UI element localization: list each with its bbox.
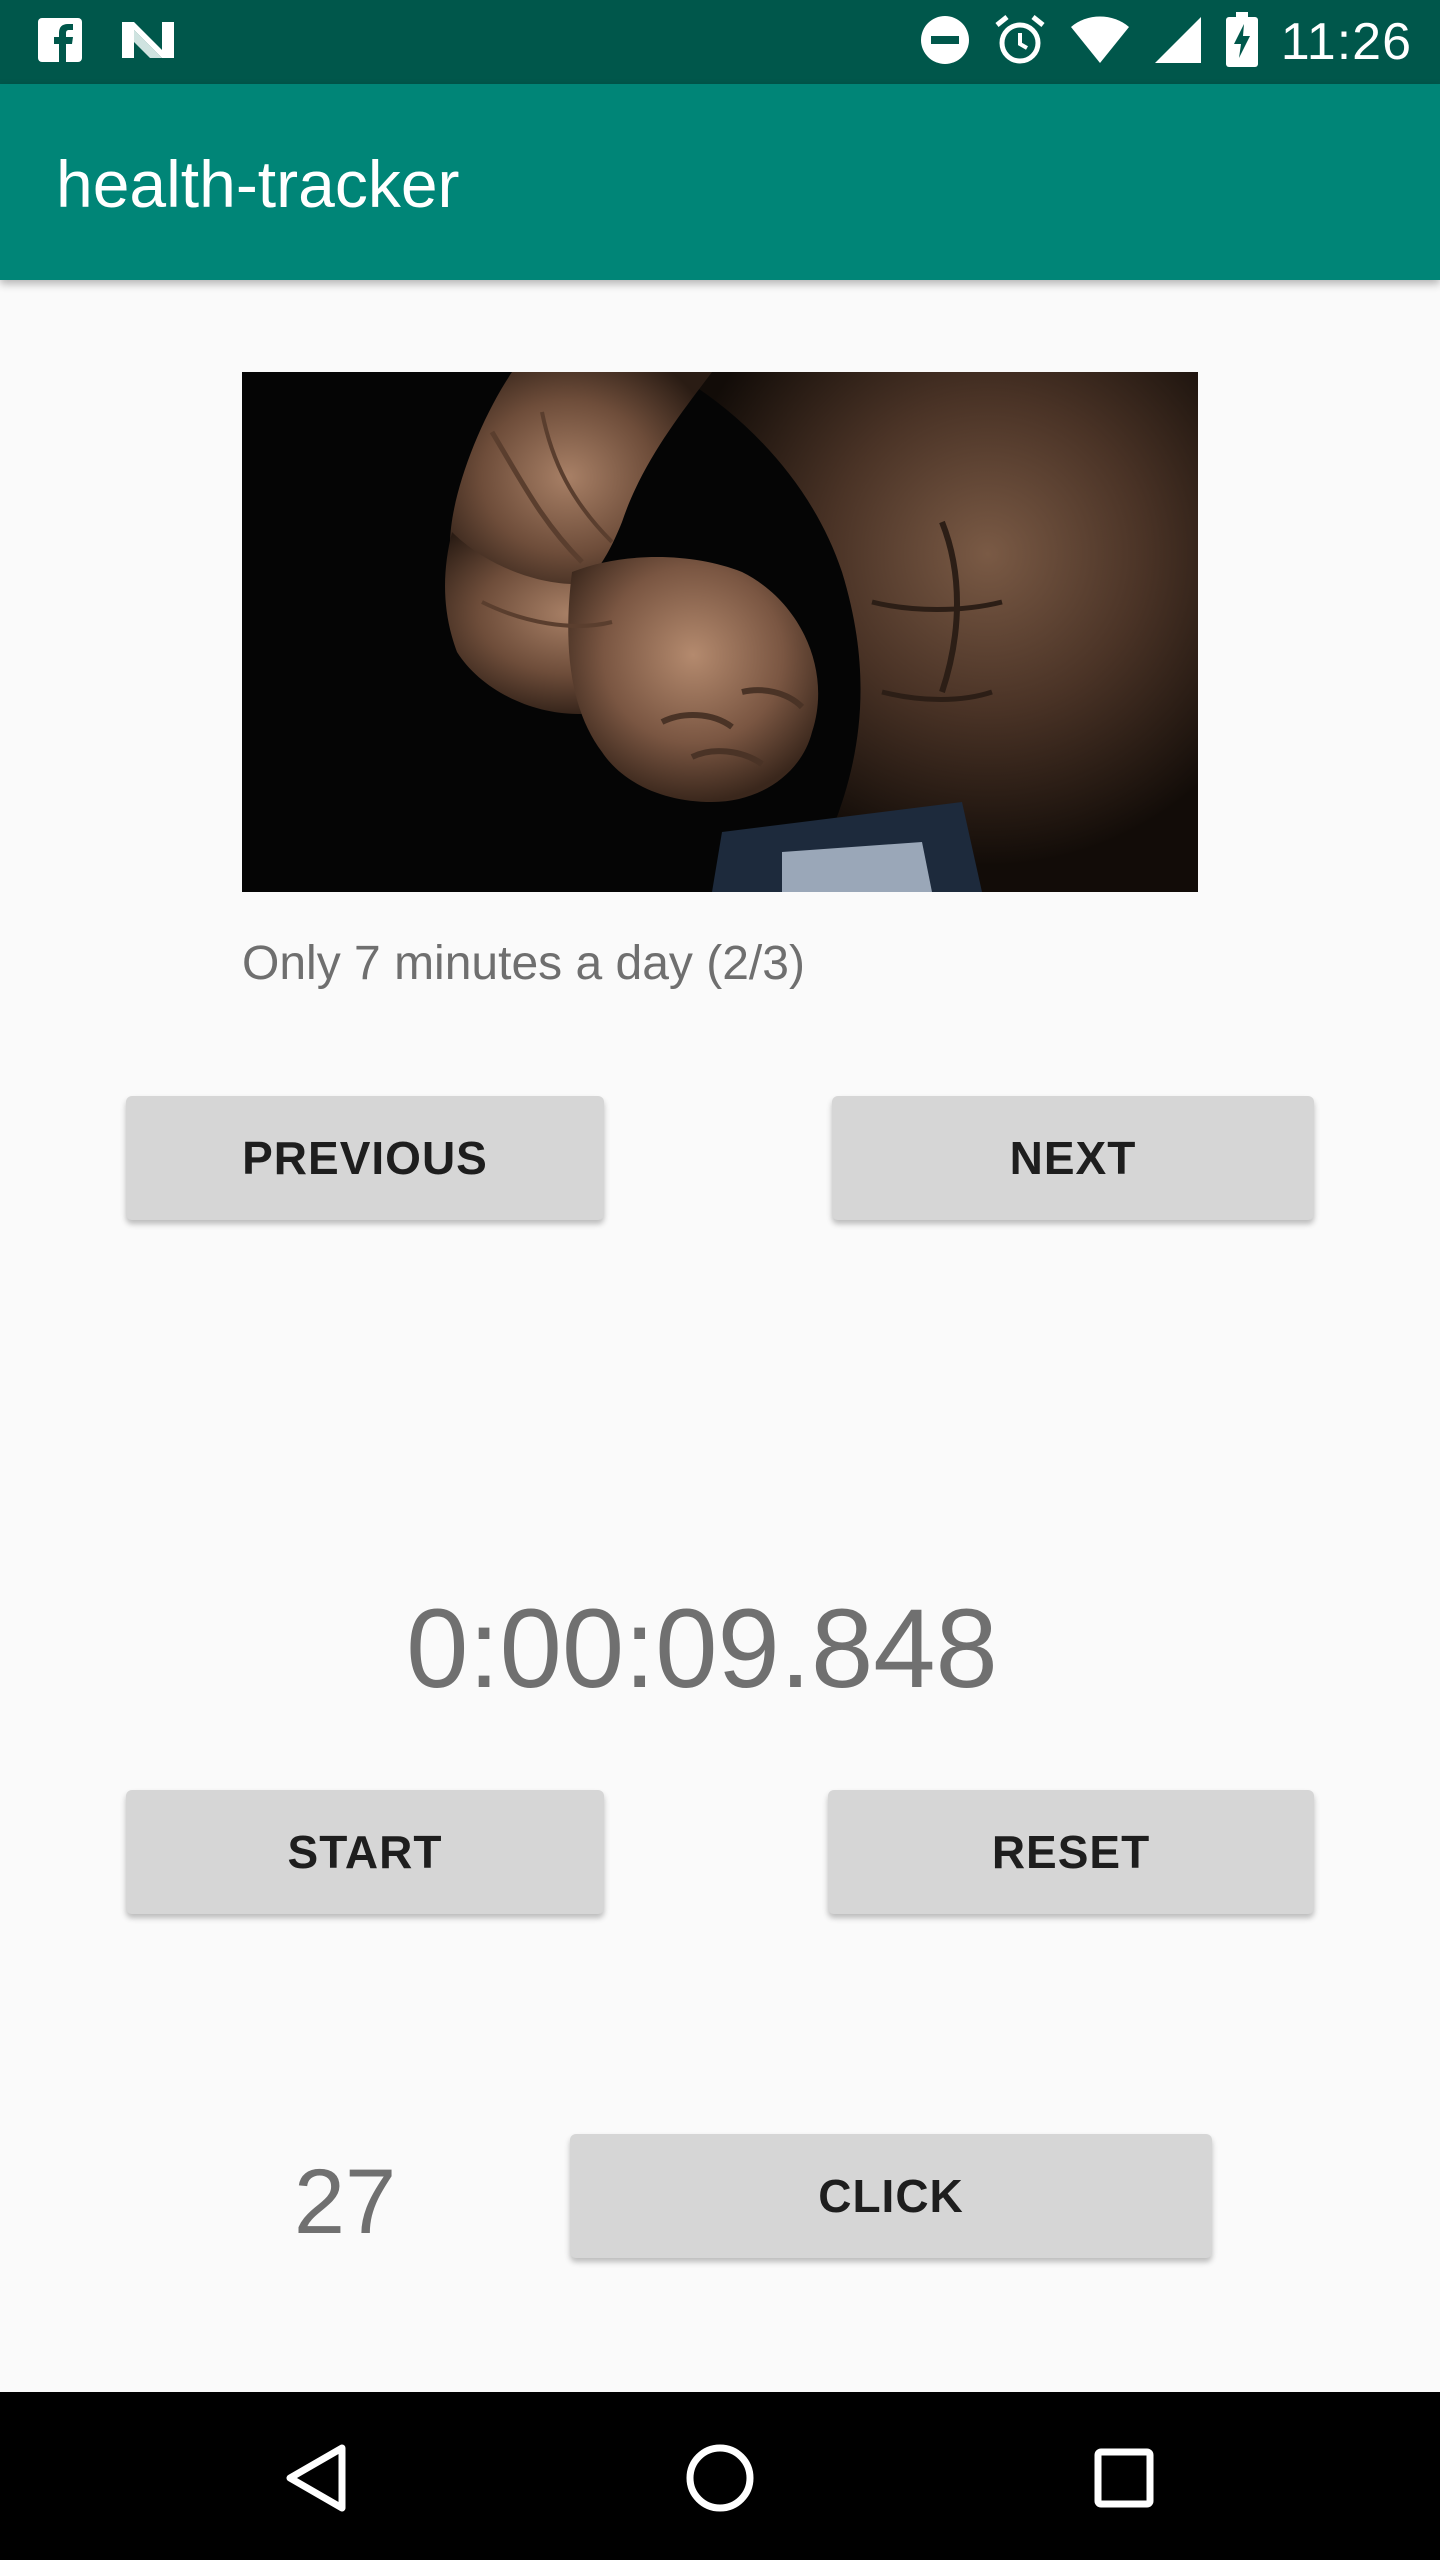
signal-icon — [1153, 15, 1203, 70]
next-button[interactable]: NEXT — [832, 1096, 1314, 1220]
back-icon[interactable] — [274, 2436, 358, 2520]
exercise-caption: Only 7 minutes a day (2/3) — [242, 937, 805, 990]
start-button[interactable]: START — [126, 1790, 604, 1914]
navigation-bar — [0, 2392, 1440, 2560]
home-icon[interactable] — [678, 2436, 762, 2520]
reset-button[interactable]: RESET — [828, 1790, 1314, 1914]
app-title: health-tracker — [56, 147, 460, 221]
click-counter: 27 — [293, 2151, 397, 2253]
facebook-icon — [36, 16, 84, 69]
n-app-icon — [120, 18, 176, 67]
status-system-icons: 11:26 — [919, 11, 1412, 73]
status-bar: 11:26 — [0, 0, 1440, 84]
do-not-disturb-icon — [919, 14, 971, 71]
alarm-icon — [993, 13, 1047, 72]
battery-charging-icon — [1225, 11, 1259, 73]
status-time: 11:26 — [1280, 13, 1412, 71]
click-button[interactable]: CLICK — [570, 2134, 1212, 2258]
app-bar: health-tracker — [0, 84, 1440, 280]
screen: 11:26 health-tracker Only 7 minutes a da… — [0, 0, 1440, 2560]
stopwatch-time: 0:00:09.848 — [406, 1586, 998, 1711]
recents-icon[interactable] — [1082, 2436, 1166, 2520]
wifi-icon — [1069, 15, 1131, 70]
previous-button[interactable]: PREVIOUS — [126, 1096, 604, 1220]
exercise-image — [242, 372, 1198, 892]
status-notifications — [36, 16, 176, 68]
